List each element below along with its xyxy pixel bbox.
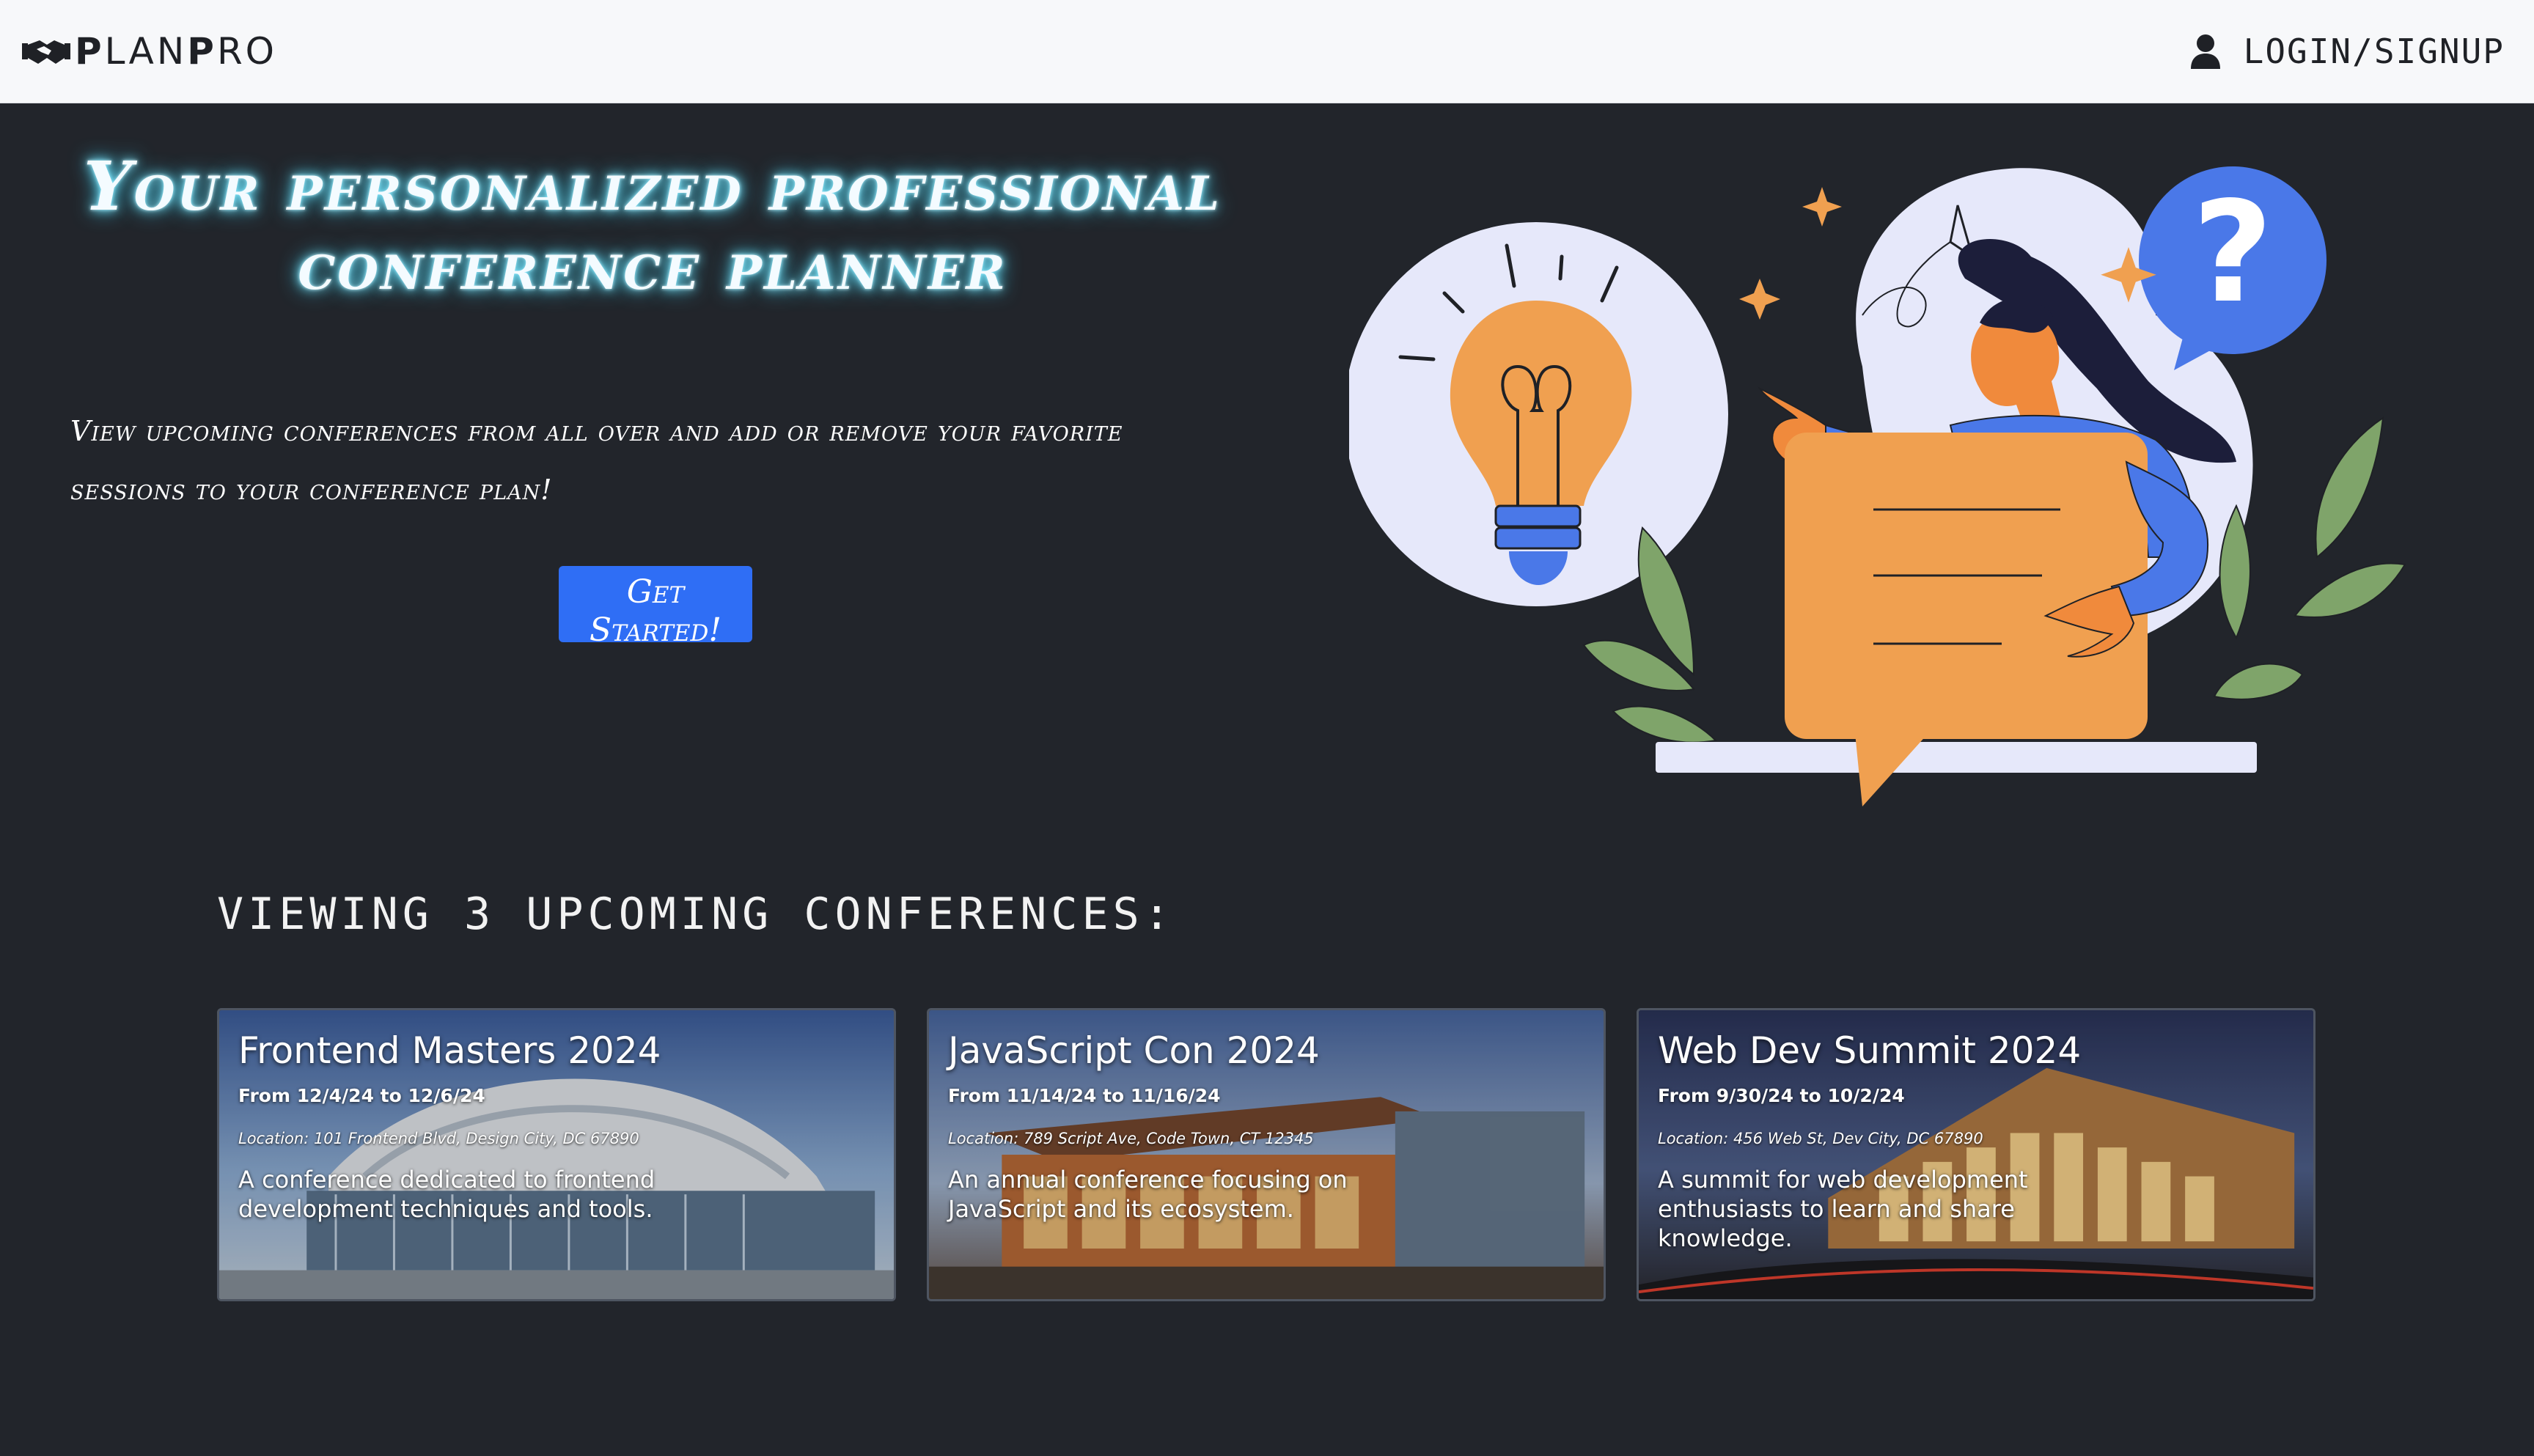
svg-text:?: ? — [2192, 172, 2273, 334]
conference-description: A summit for web development enthusiasts… — [1658, 1166, 2028, 1252]
conference-card-content: JavaScript Con 2024 From 11/14/24 to 11/… — [948, 1029, 1589, 1224]
conference-location: Location: 789 Script Ave, Code Town, CT … — [948, 1130, 1314, 1147]
conference-title: JavaScript Con 2024 — [948, 1029, 1320, 1072]
conference-description: A conference dedicated to frontend devel… — [238, 1166, 655, 1223]
conference-dates: From 11/14/24 to 11/16/24 — [948, 1085, 1221, 1106]
platform — [1656, 742, 2257, 773]
login-signup-link[interactable]: LOGIN/SIGNUP — [2189, 26, 2505, 76]
conference-dates: From 12/4/24 to 12/6/24 — [238, 1085, 485, 1106]
handshake-icon — [22, 40, 70, 64]
conference-card-content: Web Dev Summit 2024 From 9/30/24 to 10/2… — [1658, 1029, 2299, 1253]
brand-logo-link[interactable]: PLANPRO — [22, 26, 277, 76]
navbar: PLANPRO LOGIN/SIGNUP — [0, 0, 2534, 103]
conference-dates: From 9/30/24 to 10/2/24 — [1658, 1085, 1905, 1106]
brand-name: PLANPRO — [75, 30, 278, 73]
user-icon — [2190, 34, 2220, 69]
hero-title: Your personalized professional conferenc… — [84, 147, 1222, 305]
hero-illustration: ? — [1349, 166, 2406, 806]
conference-location: Location: 456 Web St, Dev City, DC 67890 — [1658, 1130, 1983, 1147]
conference-location: Location: 101 Frontend Blvd, Design City… — [238, 1130, 639, 1147]
conference-description: An annual conference focusing on JavaScr… — [948, 1166, 1348, 1223]
conference-title: Web Dev Summit 2024 — [1658, 1029, 2082, 1072]
conference-card-content: Frontend Masters 2024 From 12/4/24 to 12… — [238, 1029, 879, 1224]
login-signup-label: LOGIN/SIGNUP — [2243, 32, 2505, 71]
conferences-heading: VIEWING 3 UPCOMING CONFERENCES: — [217, 889, 1175, 940]
conference-card[interactable]: JavaScript Con 2024 From 11/14/24 to 11/… — [927, 1008, 1606, 1301]
conference-cards: Frontend Masters 2024 From 12/4/24 to 12… — [217, 1008, 2321, 1303]
conference-card[interactable]: Frontend Masters 2024 From 12/4/24 to 12… — [217, 1008, 896, 1301]
hero-subtitle: View upcoming conferences from all over … — [70, 415, 1123, 506]
get-started-button[interactable]: Get Started! — [559, 566, 752, 649]
conference-title: Frontend Masters 2024 — [238, 1029, 661, 1072]
conference-card[interactable]: Web Dev Summit 2024 From 9/30/24 to 10/2… — [1637, 1008, 2316, 1301]
